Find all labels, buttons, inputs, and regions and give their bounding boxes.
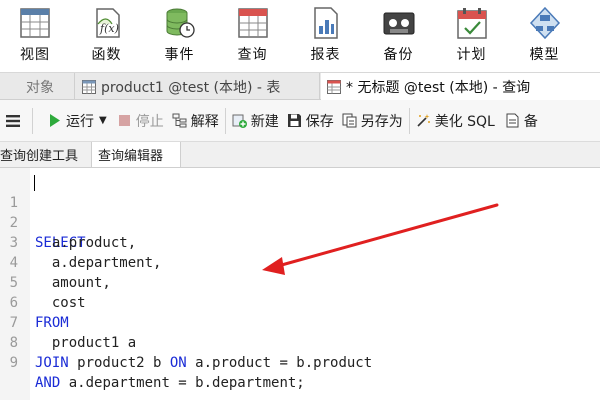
arrow-head: [262, 257, 285, 275]
annotation-arrow: [262, 203, 499, 275]
